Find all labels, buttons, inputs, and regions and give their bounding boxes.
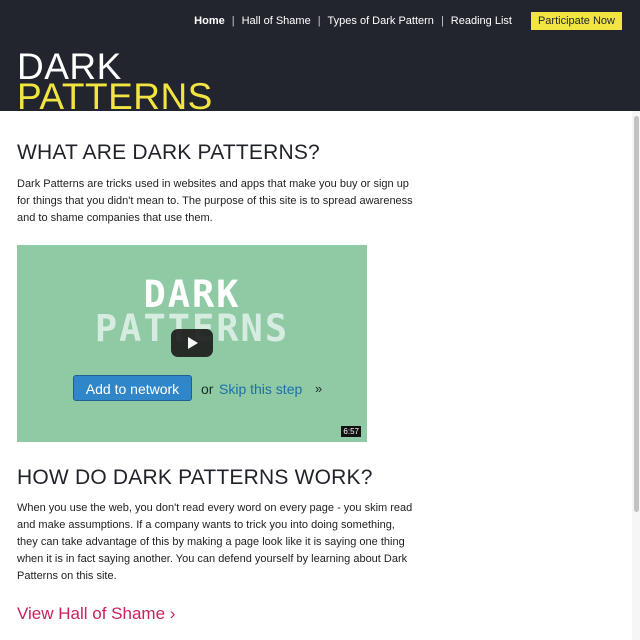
- nav-reading-list[interactable]: Reading List: [444, 14, 519, 28]
- heading-what-are-dark-patterns: WHAT ARE DARK PATTERNS?: [17, 141, 320, 164]
- site-header: Home | Hall of Shame | Types of Dark Pat…: [0, 0, 640, 117]
- site-logo[interactable]: DARK PATTERNS: [17, 48, 213, 117]
- scrollbar-thumb[interactable]: [634, 116, 639, 512]
- skip-this-step-link: Skip this step: [219, 381, 303, 397]
- intro-paragraph: Dark Patterns are tricks used in website…: [17, 178, 413, 224]
- main-nav: Home | Hall of Shame | Types of Dark Pat…: [187, 11, 622, 31]
- play-icon: [188, 337, 198, 349]
- skip-arrow: »: [315, 381, 323, 396]
- nav-hall-of-shame[interactable]: Hall of Shame: [235, 14, 318, 28]
- heading-how-do-dark-patterns-work: HOW DO DARK PATTERNS WORK?: [17, 466, 373, 489]
- video-duration: 6:57: [341, 426, 361, 437]
- how-paragraph: When you use the web, you don't read eve…: [17, 502, 413, 582]
- or-text: or: [201, 381, 214, 397]
- add-to-network-button: Add to network: [73, 375, 192, 401]
- nav-home[interactable]: Home: [187, 14, 232, 28]
- nav-types-of-dark-pattern[interactable]: Types of Dark Pattern: [321, 14, 441, 28]
- participate-now-button[interactable]: Participate Now: [530, 12, 622, 30]
- view-hall-of-shame-link[interactable]: View Hall of Shame ›: [17, 604, 175, 624]
- logo-line-patterns: PATTERNS: [17, 76, 213, 117]
- play-button[interactable]: [171, 329, 213, 357]
- video-embed[interactable]: DARK PATTERNS Add to network or Skip thi…: [17, 245, 367, 442]
